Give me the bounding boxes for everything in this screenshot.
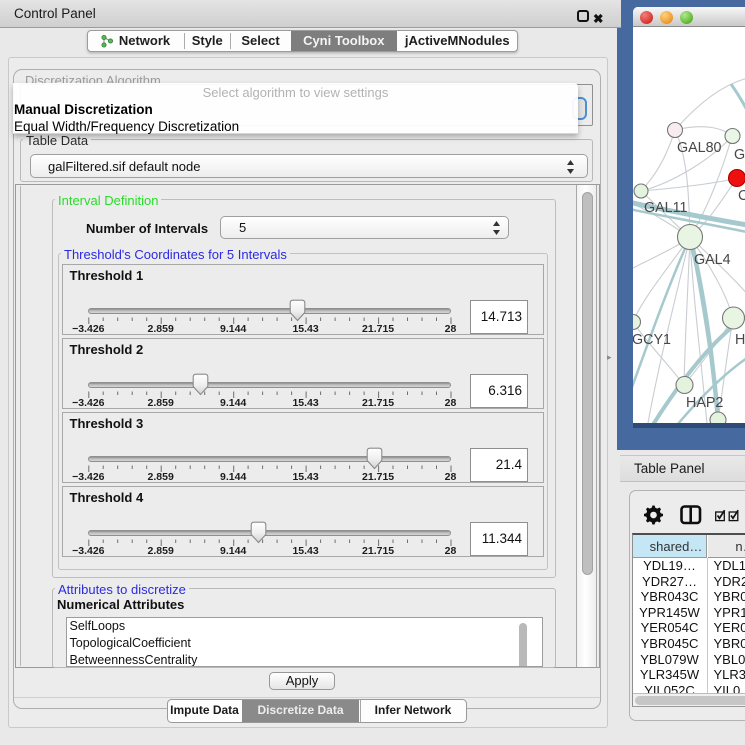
- svg-text:HAP2: HAP2: [686, 395, 723, 411]
- svg-text:GAL4: GAL4: [694, 252, 731, 268]
- svg-text:GAL80: GAL80: [677, 140, 722, 156]
- svg-text:C: C: [738, 188, 745, 204]
- svg-text:H: H: [735, 332, 745, 348]
- svg-text:GCY1: GCY1: [633, 332, 671, 348]
- svg-text:GAL11: GAL11: [644, 200, 687, 216]
- svg-text:GA: GA: [734, 147, 745, 163]
